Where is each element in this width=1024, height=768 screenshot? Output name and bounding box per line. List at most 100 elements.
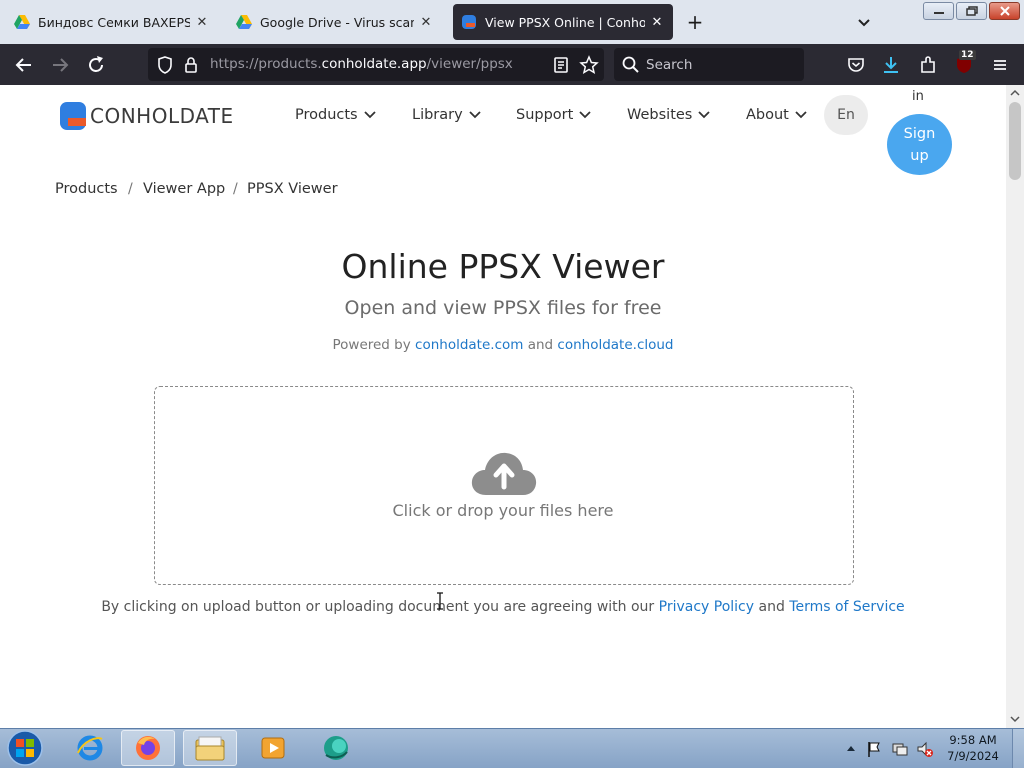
taskbar-internet-explorer[interactable] (63, 730, 117, 766)
nav-products[interactable]: Products (295, 107, 376, 123)
restore-icon (965, 6, 978, 16)
powered-prefix: Powered by (332, 337, 411, 353)
legal-and: and (758, 599, 785, 615)
nav-label: About (746, 107, 789, 123)
text-cursor-icon (437, 592, 443, 610)
taskbar-media-player[interactable] (246, 730, 300, 766)
pocket-icon[interactable] (845, 54, 867, 76)
file-explorer-icon (195, 736, 225, 761)
legal-notice: By clicking on upload button or uploadin… (0, 599, 1006, 615)
sign-up-button[interactable]: Sign up (887, 114, 952, 175)
back-icon[interactable] (13, 54, 35, 76)
google-drive-icon (236, 15, 252, 29)
breadcrumb-separator: / (233, 181, 238, 197)
restore-button[interactable] (956, 2, 987, 20)
nav-label: Products (295, 107, 358, 123)
breadcrumb-products[interactable]: Products (55, 181, 118, 197)
search-icon (622, 56, 639, 73)
cloud-upload-icon[interactable] (470, 449, 538, 497)
tab-title: View PPSX Online | Conholdate (485, 14, 645, 30)
tab-2[interactable]: Google Drive - Virus scan warni ✕ (228, 4, 442, 40)
app-icon (324, 736, 348, 760)
forward-icon[interactable] (49, 54, 71, 76)
close-window-button[interactable] (989, 2, 1020, 20)
breadcrumb-ppsx-viewer: PPSX Viewer (247, 181, 338, 197)
minimize-icon (933, 12, 944, 14)
vertical-scrollbar[interactable] (1006, 85, 1024, 728)
conholdate-icon (462, 15, 476, 29)
breadcrumb-viewer-app[interactable]: Viewer App (143, 181, 225, 197)
tab-1[interactable]: Биндовс Семки BAXEPSOFT RT ✕ (6, 4, 218, 40)
chevron-down-icon[interactable] (852, 12, 876, 34)
internet-explorer-icon (77, 735, 103, 761)
chevron-down-icon (795, 111, 807, 119)
nav-library[interactable]: Library (412, 107, 481, 123)
close-icon[interactable]: ✕ (649, 15, 665, 30)
chevron-down-icon (698, 111, 710, 119)
reload-icon[interactable] (85, 54, 107, 76)
url-text[interactable]: https://products.conholdate.app/viewer/p… (210, 56, 513, 72)
taskbar-file-explorer[interactable] (183, 730, 237, 766)
nav-label: Support (516, 107, 574, 123)
drop-instruction[interactable]: Click or drop your files here (0, 501, 1006, 520)
scrollbar-thumb[interactable] (1009, 102, 1021, 180)
download-icon[interactable] (880, 54, 902, 76)
scroll-down-icon[interactable] (1009, 714, 1021, 724)
conholdate-logo-icon (60, 102, 86, 130)
chevron-down-icon (469, 111, 481, 119)
nav-websites[interactable]: Websites (627, 107, 710, 123)
show-hidden-icons[interactable] (846, 740, 856, 758)
show-desktop-button[interactable] (1012, 729, 1024, 768)
start-button-icon[interactable] (4, 729, 46, 767)
clock-time: 9:58 AM (949, 733, 997, 747)
sign-up-label-1: Sign (903, 125, 936, 142)
nav-label: Library (412, 107, 463, 123)
site-logo[interactable]: CONHOLDATE (60, 102, 234, 130)
menu-icon[interactable] (989, 54, 1011, 76)
search-bar[interactable] (614, 48, 804, 81)
chevron-down-icon (579, 111, 591, 119)
minimize-button[interactable] (923, 2, 954, 20)
url-host: conholdate.app (321, 56, 427, 72)
shield-icon[interactable] (154, 54, 176, 76)
sign-up-label-2: up (910, 147, 929, 164)
media-player-icon (261, 737, 285, 759)
nav-label: Websites (627, 107, 693, 123)
taskbar-app[interactable] (309, 730, 363, 766)
logo-text: CONHOLDATE (90, 104, 234, 128)
tab-title: Google Drive - Virus scan warni (260, 14, 414, 30)
new-tab-button[interactable]: + (682, 10, 708, 36)
search-input[interactable]: Search (646, 57, 692, 73)
chevron-down-icon (363, 111, 376, 119)
extension-badge: 12 (959, 50, 976, 60)
network-icon[interactable] (891, 740, 909, 758)
url-path: /viewer/ppsx (426, 56, 513, 72)
extensions-icon[interactable] (917, 54, 939, 76)
breadcrumb-separator: / (128, 181, 133, 197)
reader-view-icon[interactable] (550, 54, 572, 76)
system-clock[interactable]: 9:58 AM 7/9/2024 (942, 732, 1004, 764)
taskbar-firefox[interactable] (121, 730, 175, 766)
conholdate-cloud-link[interactable]: conholdate.cloud (557, 337, 673, 353)
nav-support[interactable]: Support (516, 107, 591, 123)
terms-of-service-link[interactable]: Terms of Service (789, 599, 904, 615)
lock-icon[interactable] (180, 54, 202, 76)
flag-icon[interactable] (866, 740, 882, 758)
privacy-policy-link[interactable]: Privacy Policy (659, 599, 754, 615)
url-scheme: https://products. (210, 56, 322, 72)
nav-about[interactable]: About (746, 107, 807, 123)
sign-in-link[interactable]: in (912, 89, 924, 104)
bookmark-star-icon[interactable] (578, 54, 600, 76)
volume-muted-icon[interactable] (916, 740, 934, 758)
close-icon[interactable]: ✕ (418, 15, 434, 30)
tab-3-active[interactable]: View PPSX Online | Conholdate ✕ (453, 4, 673, 40)
legal-prefix: By clicking on upload button or uploadin… (101, 599, 655, 615)
page-title: Online PPSX Viewer (341, 247, 665, 286)
clock-date: 7/9/2024 (947, 749, 999, 763)
scroll-up-icon[interactable] (1009, 88, 1021, 98)
close-icon[interactable]: ✕ (194, 15, 210, 30)
tab-title: Биндовс Семки BAXEPSOFT RT (38, 14, 190, 30)
conholdate-com-link[interactable]: conholdate.com (415, 337, 523, 353)
language-selector[interactable]: En (824, 95, 868, 135)
firefox-icon (136, 736, 160, 760)
